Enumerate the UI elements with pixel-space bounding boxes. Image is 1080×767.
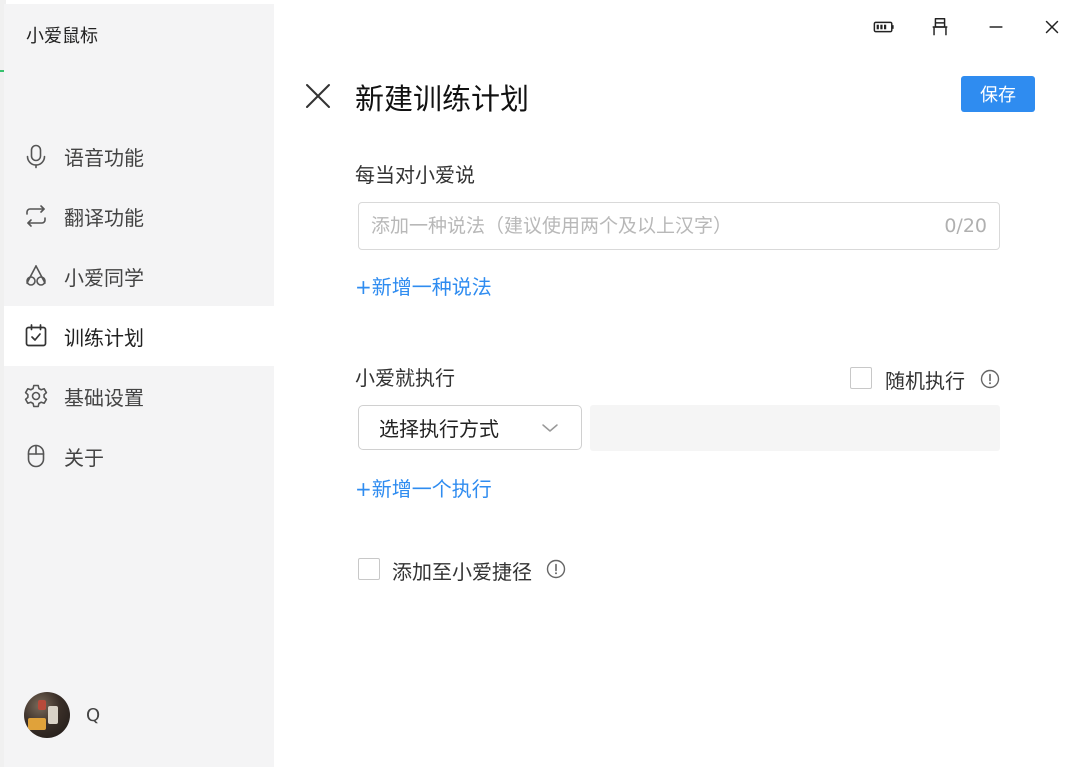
execution-detail-field[interactable] <box>590 405 1000 451</box>
avatar[interactable] <box>24 692 70 738</box>
random-execute-label: 随机执行 <box>885 369 965 393</box>
random-execute-checkbox[interactable] <box>850 367 872 389</box>
add-phrase-link[interactable]: +新增一种说法 <box>355 271 492 300</box>
add-shortcut-checkbox[interactable] <box>358 558 380 580</box>
window-controls <box>856 12 1080 42</box>
save-button[interactable]: 保存 <box>961 76 1035 112</box>
battery-icon[interactable] <box>856 12 912 42</box>
info-icon[interactable] <box>980 369 1000 389</box>
app-title: 小爱鼠标 <box>26 26 98 47</box>
app-window: 小爱鼠标 语音功能 翻译功能 小爱同学 训练计划 基础设置 关于 Q 新建训练计… <box>4 4 1080 767</box>
execution-method-select[interactable]: 选择执行方式 <box>358 405 582 450</box>
minimize-icon[interactable] <box>968 12 1024 42</box>
sidebar-item-xiaoai[interactable]: 小爱同学 <box>4 246 274 306</box>
user-name: Q <box>86 704 101 726</box>
microphone-icon <box>22 142 50 170</box>
add-shortcut-label: 添加至小爱捷径 <box>392 560 532 584</box>
action-label: 小爱就执行 <box>355 366 455 390</box>
phrase-input[interactable] <box>371 215 945 237</box>
pin-icon[interactable] <box>912 12 968 42</box>
translate-icon <box>22 202 50 230</box>
user-profile[interactable]: Q <box>24 692 100 738</box>
sidebar-item-about[interactable]: 关于 <box>4 426 274 486</box>
phrase-input-box[interactable]: 0/20 <box>358 202 1000 250</box>
sidebar-item-label: 语音功能 <box>64 145 144 170</box>
page-title: 新建训练计划 <box>355 82 530 116</box>
sidebar-item-translate[interactable]: 翻译功能 <box>4 186 274 246</box>
close-icon[interactable] <box>1024 12 1080 42</box>
back-close-icon[interactable] <box>302 80 334 112</box>
add-execution-link[interactable]: +新增一个执行 <box>355 473 492 502</box>
chevron-down-icon <box>542 423 558 432</box>
calendar-check-icon <box>22 322 50 350</box>
sidebar-item-label: 关于 <box>64 445 104 470</box>
sidebar-item-label: 基础设置 <box>64 385 144 410</box>
mouse-icon <box>22 442 50 470</box>
sidebar-item-label: 训练计划 <box>64 325 144 350</box>
gear-icon <box>22 382 50 410</box>
sidebar-nav: 语音功能 翻译功能 小爱同学 训练计划 基础设置 关于 <box>4 126 274 486</box>
sidebar-item-settings[interactable]: 基础设置 <box>4 366 274 426</box>
char-counter: 0/20 <box>944 215 987 237</box>
sidebar: 小爱鼠标 语音功能 翻译功能 小爱同学 训练计划 基础设置 关于 Q <box>4 4 274 767</box>
sidebar-item-label: 小爱同学 <box>64 265 144 290</box>
select-value: 选择执行方式 <box>379 417 499 441</box>
sidebar-item-training[interactable]: 训练计划 <box>4 306 274 366</box>
xiaoai-icon <box>22 262 50 290</box>
sidebar-item-voice[interactable]: 语音功能 <box>4 126 274 186</box>
sidebar-item-label: 翻译功能 <box>64 205 144 230</box>
info-icon[interactable] <box>546 559 566 579</box>
trigger-label: 每当对小爱说 <box>355 163 475 187</box>
